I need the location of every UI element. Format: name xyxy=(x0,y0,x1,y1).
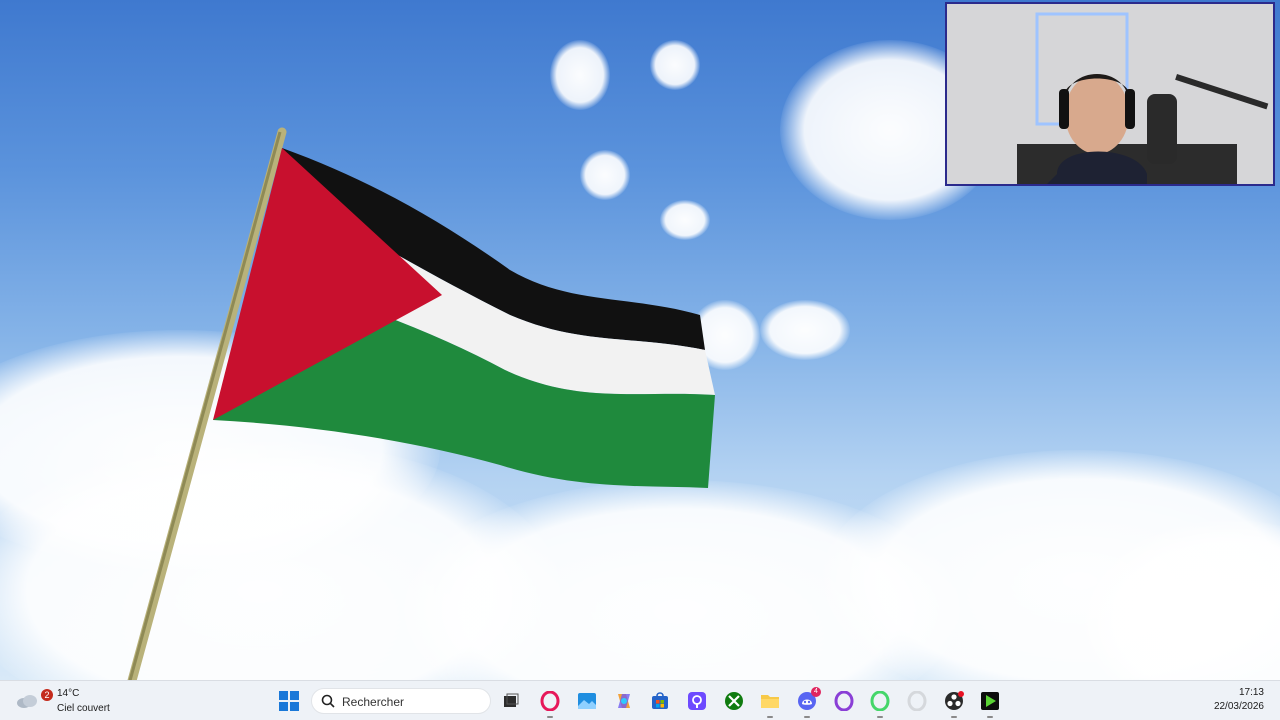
taskbar-app-opera-gx[interactable] xyxy=(539,690,561,718)
opera-icon xyxy=(834,691,854,711)
cloud-icon xyxy=(17,695,37,708)
taskbar-app-opera[interactable] xyxy=(833,690,855,712)
weather-widget[interactable]: 2 14°C Ciel couvert xyxy=(14,685,124,717)
search-icon xyxy=(321,694,335,708)
photos-icon xyxy=(578,693,596,709)
taskbar-app-file-explorer[interactable] xyxy=(759,690,781,718)
proton-pass-icon xyxy=(688,692,706,710)
taskbar: 2 14°C Ciel couvert Rechercher 4 17:13 2… xyxy=(0,680,1280,720)
windows-icon xyxy=(279,691,299,711)
copilot-icon xyxy=(618,694,630,708)
search-placeholder: Rechercher xyxy=(342,695,405,709)
taskbar-app-opera-white[interactable] xyxy=(906,690,928,712)
running-indicator xyxy=(767,716,773,718)
cloud xyxy=(550,40,610,110)
running-indicator xyxy=(547,716,553,718)
taskbar-app-xbox[interactable] xyxy=(723,690,745,712)
opera-gx-icon xyxy=(540,691,560,711)
weather-temperature: 14°C xyxy=(57,688,80,699)
webcam-overlay xyxy=(945,2,1275,186)
desktop-wallpaper xyxy=(0,0,1280,680)
taskbar-app-obs-studio[interactable] xyxy=(943,690,965,718)
taskbar-app-opera-green[interactable] xyxy=(869,690,891,718)
task-view-icon xyxy=(504,693,519,707)
cloud xyxy=(760,300,850,360)
weather-condition: Ciel couvert xyxy=(57,703,110,714)
running-indicator xyxy=(987,716,993,718)
clock-time: 17:13 xyxy=(1238,687,1264,698)
running-indicator xyxy=(877,716,883,718)
taskbar-app-photos[interactable] xyxy=(576,690,598,712)
clock-date: 22/03/2026 xyxy=(1213,701,1264,712)
task-view-button[interactable] xyxy=(500,690,522,712)
taskbar-app-copilot[interactable] xyxy=(613,690,635,712)
play-icon xyxy=(981,692,999,710)
folder-icon xyxy=(761,695,779,708)
xbox-icon xyxy=(725,692,743,710)
weather-badge: 2 xyxy=(41,689,53,701)
opera-green-icon xyxy=(870,691,890,711)
running-indicator xyxy=(804,716,810,718)
cloud xyxy=(650,40,700,90)
search-box[interactable]: Rechercher xyxy=(311,688,491,714)
obs-icon xyxy=(945,691,964,710)
palestine-flag-image xyxy=(127,127,715,680)
start-button[interactable] xyxy=(278,690,300,712)
discord-notification-badge: 4 xyxy=(811,687,821,697)
opera-white-icon xyxy=(907,691,927,711)
taskbar-app-proton-pass[interactable] xyxy=(686,690,708,712)
webcam-feed xyxy=(947,4,1273,184)
taskbar-app-microsoft-store[interactable] xyxy=(649,690,671,712)
store-icon xyxy=(652,692,668,709)
system-clock[interactable]: 17:13 22/03/2026 xyxy=(1214,686,1264,714)
running-indicator xyxy=(951,716,957,718)
taskbar-app-media-player[interactable] xyxy=(979,690,1001,718)
taskbar-app-discord[interactable]: 4 xyxy=(796,687,821,718)
